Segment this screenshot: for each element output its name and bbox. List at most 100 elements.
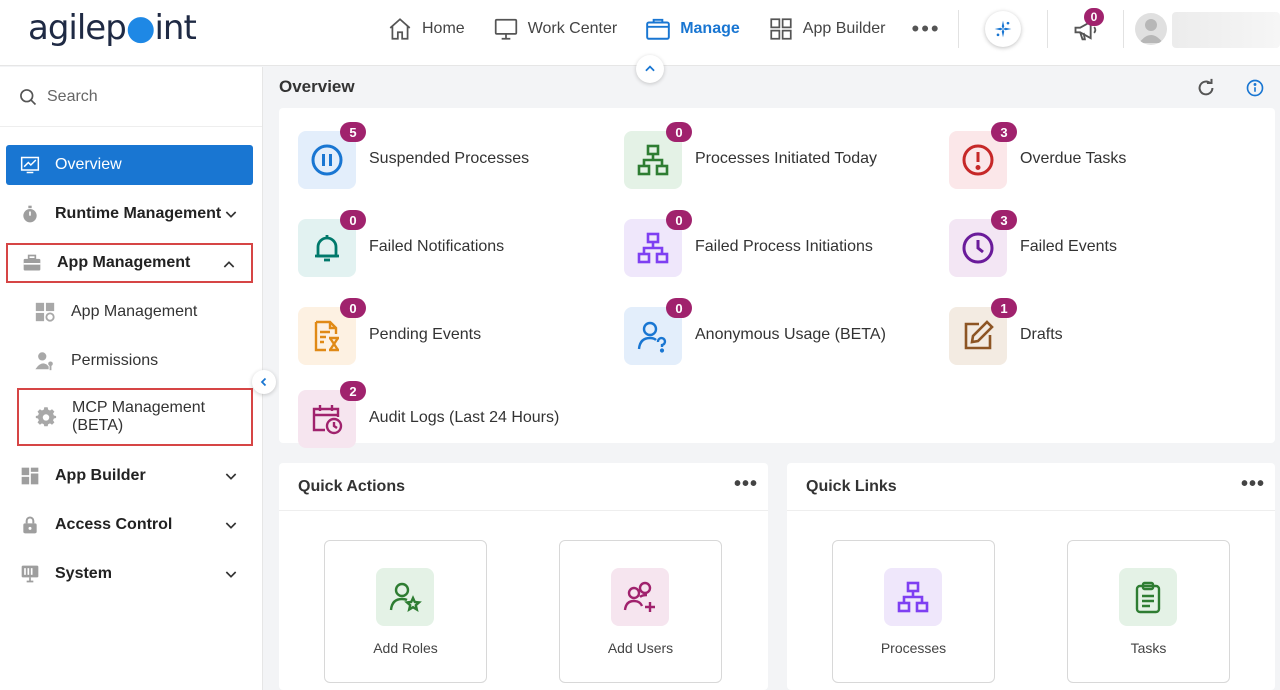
nav-home-label: Home [422,20,465,37]
collapse-sidebar-button[interactable] [252,370,276,394]
nav-home[interactable]: Home [387,14,465,44]
sidebar-item-runtime-management[interactable]: Runtime Management [6,194,253,234]
nav-work-center-label: Work Center [527,20,618,37]
quick-link-processes[interactable]: Processes [832,540,995,683]
sidebar-subitem-app-management[interactable]: App Management [22,292,252,332]
ai-assistant-button[interactable] [985,11,1021,47]
app-settings-icon [35,302,55,322]
user-avatar-icon [1139,19,1163,43]
chart-icon [20,155,40,175]
nav-manage-label: Manage [680,20,740,37]
sidebar-item-app-management[interactable]: App Management [6,243,253,283]
clipboard-icon [1119,568,1177,626]
home-icon [389,18,411,40]
search-icon [20,88,37,105]
chevron-up-icon [645,65,655,72]
sidebar-item-label: App Management [57,254,191,271]
sidebar-item-label: App Builder [55,467,146,484]
tile-failed-notifications[interactable]: 0 Failed Notifications [298,210,598,277]
tile-failed-process-initiations[interactable]: 0 Failed Process Initiations [624,210,924,277]
chevron-left-icon [260,377,267,387]
tile-label: Suspended Processes [369,150,530,167]
tile-anonymous-usage[interactable]: 0 Anonymous Usage (BETA) [624,298,924,365]
tile-overdue-tasks[interactable]: 3 Overdue Tasks [949,122,1249,189]
sidebar-subitem-mcp-management[interactable]: MCP Management (BETA) [17,388,253,446]
search-input[interactable] [47,87,227,106]
monitor-icon [494,18,517,40]
quick-link-label: Tasks [1130,640,1167,656]
quick-actions-panel: Quick Actions ••• Add Roles Add Users [279,463,768,690]
nav-work-center[interactable]: Work Center [493,14,618,44]
sidebar-item-system[interactable]: System [6,554,253,594]
tile-pending-events[interactable]: 0 Pending Events [298,298,598,365]
sidebar-item-access-control[interactable]: Access Control [6,505,253,545]
tile-audit-logs[interactable]: 2 Audit Logs (Last 24 Hours) [298,381,598,448]
sidebar-subitem-label: MCP Management (BETA) [72,399,206,434]
quick-links-panel: Quick Links ••• Processes Tasks [787,463,1275,690]
chevron-up-icon [223,261,235,268]
briefcase-icon [646,18,671,40]
count-badge: 0 [666,122,692,142]
quick-action-label: Add Users [607,640,674,656]
chevron-down-icon [225,571,237,578]
quick-actions-header: Quick Actions ••• [279,463,768,511]
quick-actions-title: Quick Actions [298,478,405,495]
divider [958,10,959,48]
sidebar-search [0,67,262,127]
sidebar-item-label: Access Control [55,516,173,533]
quick-link-tasks[interactable]: Tasks [1067,540,1230,683]
tile-failed-events[interactable]: 3 Failed Events [949,210,1249,277]
tile-processes-initiated-today[interactable]: 0 Processes Initiated Today [624,122,924,189]
stopwatch-icon [20,204,40,224]
tile-label: Drafts [1020,326,1063,343]
nav-app-builder[interactable]: App Builder [768,14,886,44]
top-bar: agilep●int Home Work Center Manage App B… [0,0,1280,66]
avatar[interactable] [1135,13,1167,45]
tile-label: Failed Notifications [369,238,505,255]
nav-app-builder-label: App Builder [802,20,886,37]
toolbox-icon [22,253,42,273]
info-icon[interactable] [1246,79,1264,97]
sidebar-item-app-builder[interactable]: App Builder [6,456,253,496]
quick-action-add-roles[interactable]: Add Roles [324,540,487,683]
gear-icon [35,407,57,427]
sparkle-icon [994,20,1012,38]
sidebar-item-label: System [55,565,112,582]
refresh-icon[interactable] [1195,77,1217,99]
divider [1047,10,1048,48]
blocks-icon [20,466,40,486]
sidebar-item-overview[interactable]: Overview [6,145,253,185]
user-plus-icon [611,568,669,626]
tile-label: Pending Events [369,326,482,343]
nav-manage[interactable]: Manage [645,14,740,44]
divider [1123,10,1124,48]
user-name-redacted[interactable] [1172,12,1280,48]
agilepoint-logo[interactable]: agilep●int [28,8,197,48]
chevron-down-icon [225,473,237,480]
main-nav: Home Work Center Manage App Builder ••• [387,14,969,44]
chevron-down-icon [225,211,237,218]
tile-label: Processes Initiated Today [695,150,878,167]
sidebar-subitem-permissions[interactable]: Permissions [22,341,252,381]
count-badge: 0 [666,210,692,230]
page-title: Overview [279,77,355,96]
tile-label: Audit Logs (Last 24 Hours) [369,409,560,426]
tile-label: Overdue Tasks [1020,150,1127,167]
tile-label: Anonymous Usage (BETA) [695,326,886,343]
server-icon [20,564,40,584]
tile-drafts[interactable]: 1 Drafts [949,298,1249,365]
sidebar-item-label: Runtime Management [55,205,222,222]
tile-suspended-processes[interactable]: 5 Suspended Processes [298,122,598,189]
count-badge: 0 [340,298,366,318]
quick-action-label: Add Roles [373,640,438,656]
quick-actions-more-button[interactable]: ••• [734,473,758,496]
collapse-header-button[interactable] [636,55,664,83]
user-key-icon [35,352,53,371]
chevron-down-icon [225,522,237,529]
quick-links-more-button[interactable]: ••• [1241,473,1265,496]
count-badge: 1 [991,298,1017,318]
quick-links-title: Quick Links [806,478,897,495]
quick-action-add-users[interactable]: Add Users [559,540,722,683]
count-badge: 5 [340,122,366,142]
nav-more-button[interactable]: ••• [912,14,941,44]
